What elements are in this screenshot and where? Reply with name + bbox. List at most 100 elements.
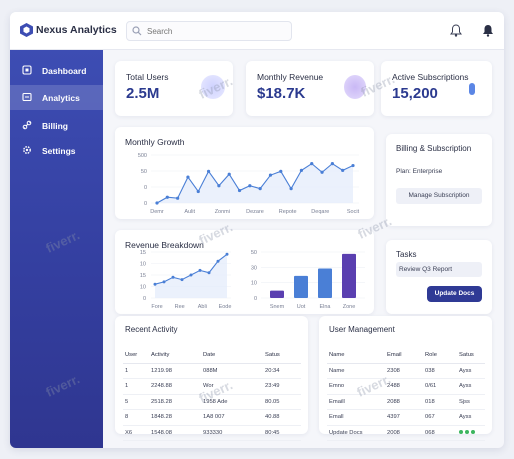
sidebar-item-analytics[interactable]: Analytics <box>10 85 103 110</box>
table-row[interactable]: Emno 2488 0/61 Ayss <box>327 378 485 395</box>
table-row[interactable]: 8 1848.28 1A8 007 40.88 <box>123 409 301 426</box>
y-tick-label: 15 <box>140 273 146 279</box>
data-point <box>227 172 231 176</box>
x-tick-label: Elna <box>319 304 331 310</box>
column-header: Satus <box>263 348 301 364</box>
column-header: Satus <box>457 348 485 364</box>
table-row[interactable]: Update Docs 2008 068 <box>327 425 485 441</box>
x-tick-label: Abli <box>198 304 207 310</box>
sidebar-item-label: Dashboard <box>42 66 87 76</box>
revenue-breakdown-card: Revenue Breakdown 15 10 15 10 0 Fore Ree Abli Eo… <box>115 230 374 314</box>
link-icon <box>22 120 32 130</box>
data-point <box>176 196 180 200</box>
search-box[interactable] <box>126 21 292 41</box>
cell: Ayss <box>457 378 485 395</box>
data-point <box>225 252 229 256</box>
data-point <box>268 173 273 177</box>
logo-icon <box>20 23 33 37</box>
recent-activity-card: Recent Activity User Activity Date Satus… <box>115 316 308 441</box>
task-item[interactable]: Review Q3 Report <box>396 262 482 277</box>
gear-icon <box>23 146 31 154</box>
status-dots <box>457 425 485 441</box>
sidebar-item-dashboard[interactable]: Dashboard <box>10 58 103 83</box>
bar <box>294 275 308 298</box>
x-tick-label: Aulit <box>184 209 195 215</box>
data-point <box>279 169 283 173</box>
cell: 5 <box>123 394 149 410</box>
cell: X6 <box>123 425 149 441</box>
users-table: Name Email Role Satus Name 2308 038 Ayss… <box>327 348 485 441</box>
sidebar-item-label: Settings <box>42 146 76 156</box>
data-point <box>206 169 211 173</box>
data-point <box>207 271 211 275</box>
cell: 2088 <box>385 394 423 410</box>
table-header-row: User Activity Date Satus <box>123 348 301 364</box>
cell: 2248.88 <box>149 378 201 395</box>
x-tick-label: Dezare <box>246 209 264 215</box>
cell: 8 <box>123 409 149 426</box>
bar <box>342 253 356 298</box>
app-title: Nexus Analytics <box>36 24 117 36</box>
manage-subscription-button[interactable]: Manage Subscription <box>396 188 482 204</box>
data-point <box>330 162 334 166</box>
table-row[interactable]: Emaill 2088 018 Sjss <box>327 394 485 410</box>
data-point <box>171 275 175 279</box>
y-tick-label: 0 <box>143 296 146 302</box>
cell: 23:49 <box>263 378 301 395</box>
stat-label: Monthly Revenue <box>257 72 324 82</box>
cell: Emaill <box>327 394 385 410</box>
data-point <box>217 184 221 188</box>
table-row[interactable]: 1 1219.98 088M 20:34 <box>123 363 301 379</box>
cell: 068 <box>423 425 457 441</box>
sidebar-item-settings[interactable]: Settings <box>10 138 103 163</box>
data-point <box>165 195 169 199</box>
cell: 088M <box>201 363 263 379</box>
y-tick-label: 10 <box>140 285 146 291</box>
cell: 2308 <box>385 363 423 379</box>
search-input[interactable] <box>147 24 287 39</box>
cell: Update Docs <box>327 425 385 441</box>
x-tick-label: Deqare <box>311 209 329 215</box>
card-title: User Management <box>329 325 395 334</box>
status-dot <box>465 429 469 434</box>
cell: Ayss <box>457 363 485 379</box>
bar <box>318 268 332 298</box>
column-header: Email <box>385 348 423 364</box>
growth-area <box>157 163 353 203</box>
card-title: Recent Activity <box>125 325 178 334</box>
status-dot <box>459 429 463 434</box>
table-row[interactable]: Emall 4397 067 Ayss <box>327 409 485 426</box>
data-point <box>196 189 200 194</box>
x-tick-label: Repote <box>279 209 297 215</box>
sidebar-item-billing[interactable]: Billing <box>10 113 103 138</box>
y-tick-label: 10 <box>140 262 146 268</box>
data-point <box>237 188 242 193</box>
cell: Ayss <box>457 409 485 426</box>
cell: 038 <box>423 363 457 379</box>
notification-icon[interactable] <box>482 24 494 37</box>
cell: 933330 <box>201 425 263 441</box>
x-tick-label: Socit <box>347 209 360 215</box>
cell: 1A8 007 <box>201 409 263 426</box>
column-header: Role <box>423 348 457 364</box>
cell: 80.05 <box>263 394 301 410</box>
y-tick-label: 10 <box>251 281 257 287</box>
data-point <box>341 168 345 172</box>
y-tick-label: 0 <box>144 201 147 207</box>
table-row[interactable]: Name 2308 038 Ayss <box>327 363 485 379</box>
cell: 2518.28 <box>149 394 201 410</box>
table-row[interactable]: X6 1548.08 933330 80:45 <box>123 425 301 441</box>
y-tick-label: 30 <box>251 265 257 271</box>
x-tick-label: Zonmi <box>215 209 230 215</box>
data-point <box>216 259 220 263</box>
y-tick-label: 50 <box>141 169 147 175</box>
stat-label: Total Users <box>126 72 169 82</box>
search-icon <box>132 26 142 36</box>
bell-icon[interactable] <box>450 24 462 37</box>
data-point <box>180 278 184 282</box>
data-point <box>155 201 159 205</box>
sidebar-item-label: Analytics <box>42 93 80 103</box>
update-docs-button[interactable]: Update Docs <box>427 286 482 302</box>
data-point <box>310 162 314 166</box>
x-tick-label: Fore <box>151 304 162 310</box>
